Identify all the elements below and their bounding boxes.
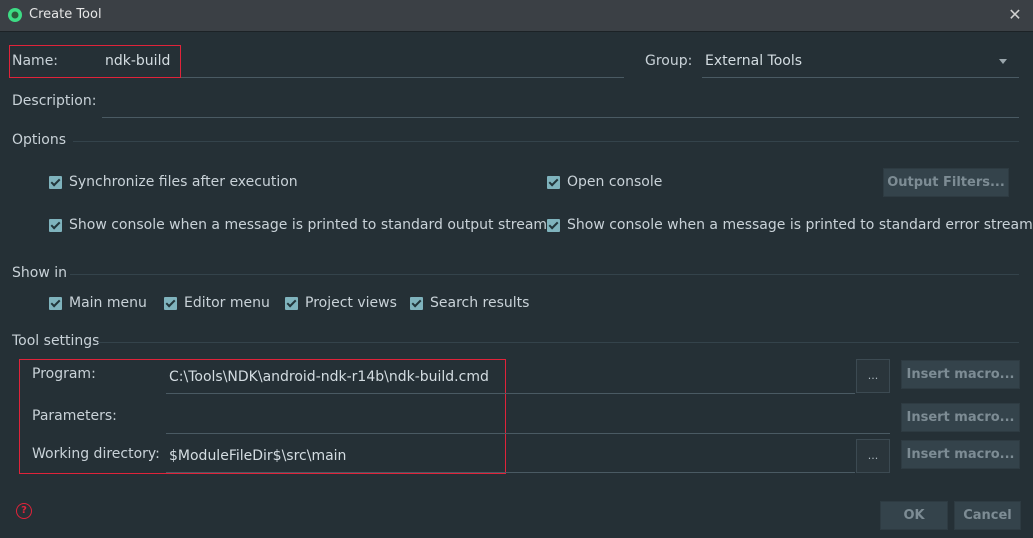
group-select[interactable]: External Tools: [705, 53, 802, 69]
description-underline: [102, 117, 1019, 118]
ok-button[interactable]: OK: [880, 501, 948, 530]
sync-files-checkbox[interactable]: Synchronize files after execution: [49, 174, 298, 190]
show-in-main-menu-checkbox[interactable]: Main menu: [49, 295, 147, 311]
show-console-stdout-checkbox[interactable]: Show console when a message is printed t…: [49, 217, 547, 233]
help-icon[interactable]: ?: [16, 503, 32, 519]
program-input[interactable]: C:\Tools\NDK\android-ndk-r14b\ndk-build.…: [169, 369, 489, 385]
checkbox-checked-icon: [410, 296, 423, 310]
open-console-checkbox[interactable]: Open console: [547, 174, 662, 190]
working-directory-insert-macro-button[interactable]: Insert macro...: [901, 440, 1020, 469]
chevron-down-icon[interactable]: [999, 59, 1007, 64]
android-studio-icon: [8, 8, 22, 22]
checkbox-checked-icon: [547, 175, 560, 189]
group-label: Group:: [645, 53, 693, 69]
options-divider: [73, 141, 1019, 142]
working-directory-label: Working directory:: [32, 446, 160, 462]
description-label: Description:: [12, 93, 97, 109]
tool-settings-heading: Tool settings: [12, 333, 100, 349]
show-console-stderr-checkbox[interactable]: Show console when a message is printed t…: [547, 217, 1033, 233]
parameters-label: Parameters:: [32, 408, 117, 424]
open-console-label: Open console: [567, 174, 663, 190]
show-console-stderr-label: Show console when a message is printed t…: [567, 217, 1033, 233]
parameters-insert-macro-button[interactable]: Insert macro...: [901, 403, 1020, 432]
show-console-stdout-label: Show console when a message is printed t…: [69, 217, 548, 233]
working-directory-underline: [166, 472, 855, 473]
checkbox-checked-icon: [547, 218, 560, 232]
program-label: Program:: [32, 366, 96, 382]
show-in-search-results-label: Search results: [430, 295, 530, 311]
show-in-editor-menu-label: Editor menu: [184, 295, 270, 311]
working-directory-browse-button[interactable]: ...: [856, 439, 890, 473]
checkbox-checked-icon: [49, 175, 62, 189]
show-in-main-menu-label: Main menu: [69, 295, 147, 311]
close-icon[interactable]: ✕: [1003, 4, 1027, 26]
cancel-button[interactable]: Cancel: [954, 501, 1021, 530]
show-in-search-results-checkbox[interactable]: Search results: [410, 295, 529, 311]
program-underline: [166, 393, 855, 394]
output-filters-button[interactable]: Output Filters...: [883, 168, 1009, 197]
window-title: Create Tool: [29, 7, 102, 22]
show-in-divider: [70, 274, 1019, 275]
highlight-box-name: [9, 45, 181, 78]
working-directory-input[interactable]: $ModuleFileDir$\src\main: [169, 448, 346, 464]
show-in-heading: Show in: [12, 265, 67, 281]
parameters-underline: [166, 433, 890, 434]
group-underline: [702, 77, 1019, 78]
checkbox-checked-icon: [49, 296, 62, 310]
checkbox-checked-icon: [285, 296, 298, 310]
sync-files-label: Synchronize files after execution: [69, 174, 298, 190]
checkbox-checked-icon: [164, 296, 177, 310]
program-browse-button[interactable]: ...: [856, 359, 890, 393]
show-in-editor-menu-checkbox[interactable]: Editor menu: [164, 295, 270, 311]
checkbox-checked-icon: [49, 218, 62, 232]
program-insert-macro-button[interactable]: Insert macro...: [901, 360, 1020, 389]
options-heading: Options: [12, 132, 67, 148]
title-bar: Create Tool ✕: [0, 0, 1033, 32]
show-in-project-views-label: Project views: [305, 295, 397, 311]
show-in-project-views-checkbox[interactable]: Project views: [285, 295, 397, 311]
tool-settings-divider: [98, 342, 1019, 343]
